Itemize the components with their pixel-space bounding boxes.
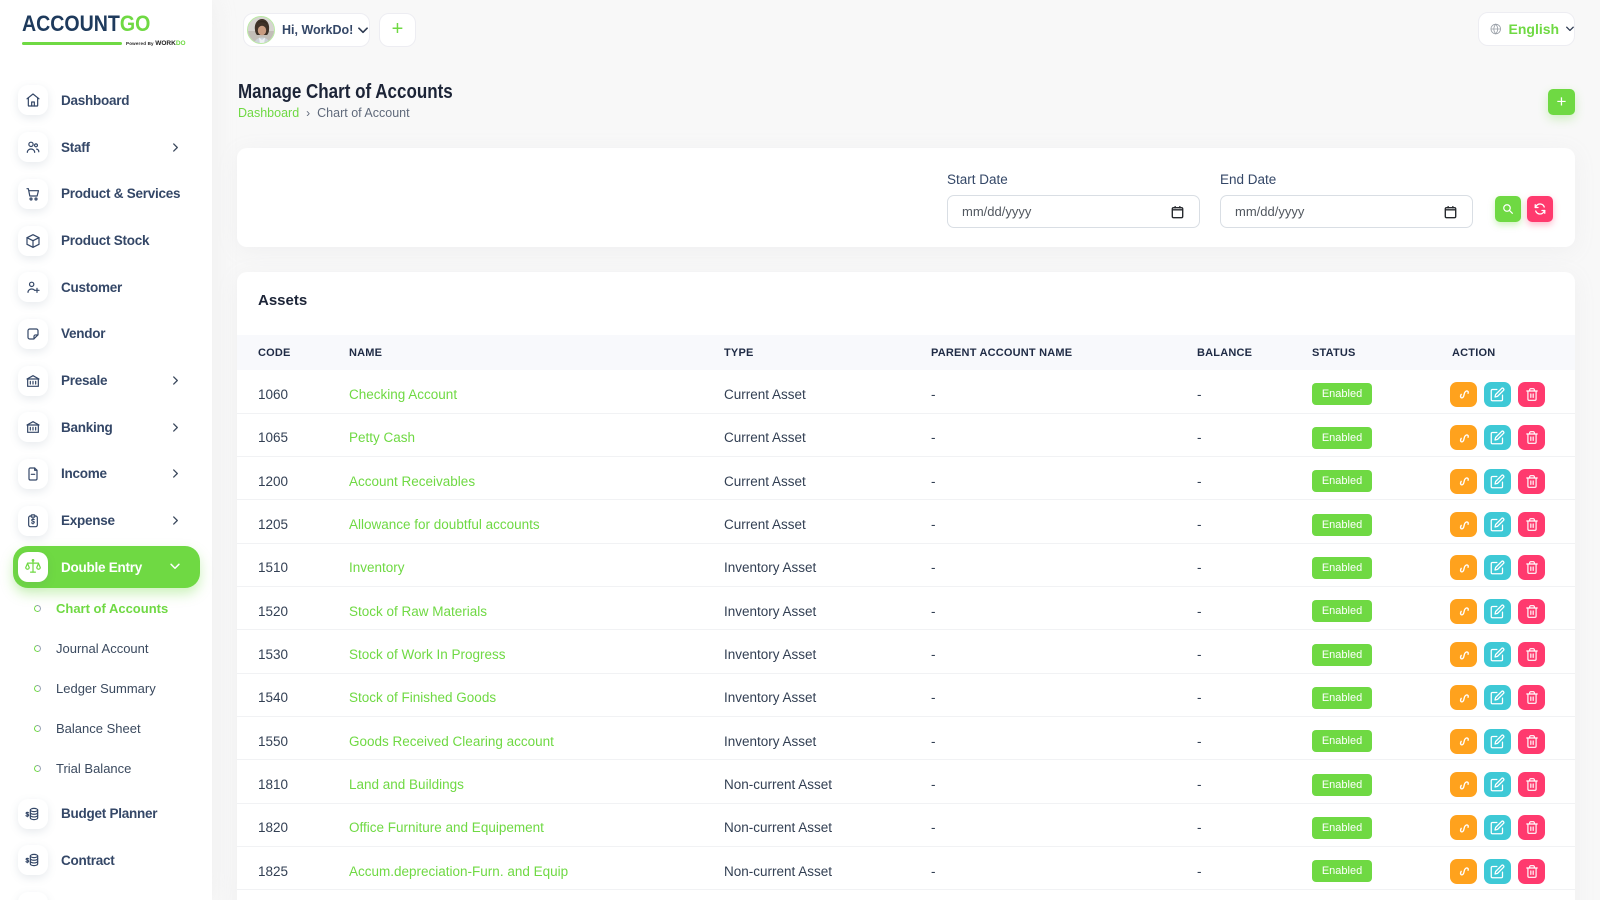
svg-text:$: $ [26,812,30,818]
svg-text:$: $ [26,859,30,865]
